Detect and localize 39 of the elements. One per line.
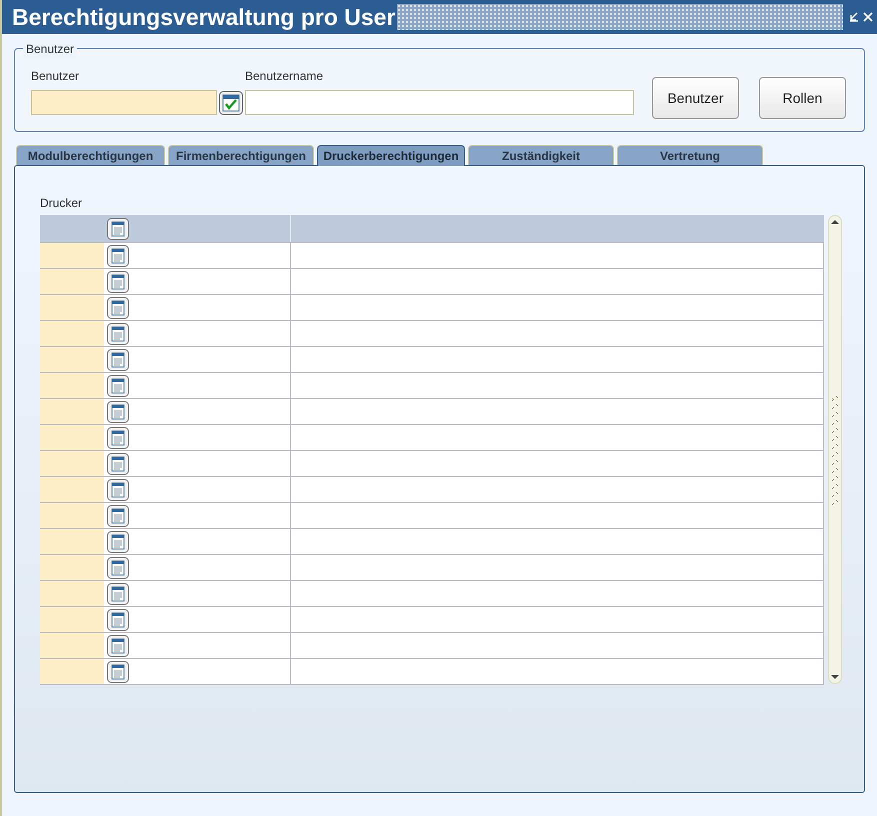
list-icon[interactable] <box>107 478 129 500</box>
tab[interactable]: Zuständigkeit <box>468 145 614 165</box>
list-icon[interactable] <box>107 270 129 292</box>
list-icon[interactable] <box>107 374 129 396</box>
scrollbar-grip-icon[interactable] <box>832 394 838 504</box>
field-label: Benutzer <box>31 68 80 85</box>
close-icon[interactable] <box>863 12 873 22</box>
action-button[interactable]: Benutzer <box>652 77 739 119</box>
list-icon[interactable] <box>107 296 129 318</box>
title-bar-grip[interactable] <box>397 4 843 30</box>
tab[interactable]: Firmenberechtigungen <box>168 145 314 165</box>
list-icon[interactable] <box>107 218 129 240</box>
tab[interactable]: Modulberechtigungen <box>16 145 165 165</box>
field-label: Benutzername <box>245 68 324 85</box>
calendar-check-icon[interactable] <box>219 90 243 114</box>
scrollbar[interactable] <box>828 215 842 684</box>
list-icon[interactable] <box>107 634 129 656</box>
input-field[interactable] <box>31 90 217 115</box>
list-icon[interactable] <box>107 400 129 422</box>
list-icon[interactable] <box>107 660 129 682</box>
scroll-down-icon[interactable] <box>831 674 839 680</box>
list-icon[interactable] <box>107 322 129 344</box>
minimize-icon[interactable] <box>849 12 859 22</box>
list-icon[interactable] <box>107 608 129 630</box>
scroll-up-icon[interactable] <box>831 219 839 225</box>
list-icon[interactable] <box>107 452 129 474</box>
input-field[interactable] <box>245 90 634 115</box>
list-icon[interactable] <box>107 582 129 604</box>
action-button[interactable]: Rollen <box>759 77 846 119</box>
list-icon[interactable] <box>107 504 129 526</box>
list-icon[interactable] <box>107 244 129 266</box>
list-icon[interactable] <box>107 530 129 552</box>
window-title: Berechtigungsverwaltung pro User <box>11 2 396 32</box>
tab[interactable]: Druckerberechtigungen <box>317 145 465 166</box>
grid-label: Drucker <box>40 195 84 212</box>
list-icon[interactable] <box>107 426 129 448</box>
tab[interactable]: Vertretung <box>617 145 763 165</box>
list-icon[interactable] <box>107 556 129 578</box>
list-icon[interactable] <box>107 348 129 370</box>
